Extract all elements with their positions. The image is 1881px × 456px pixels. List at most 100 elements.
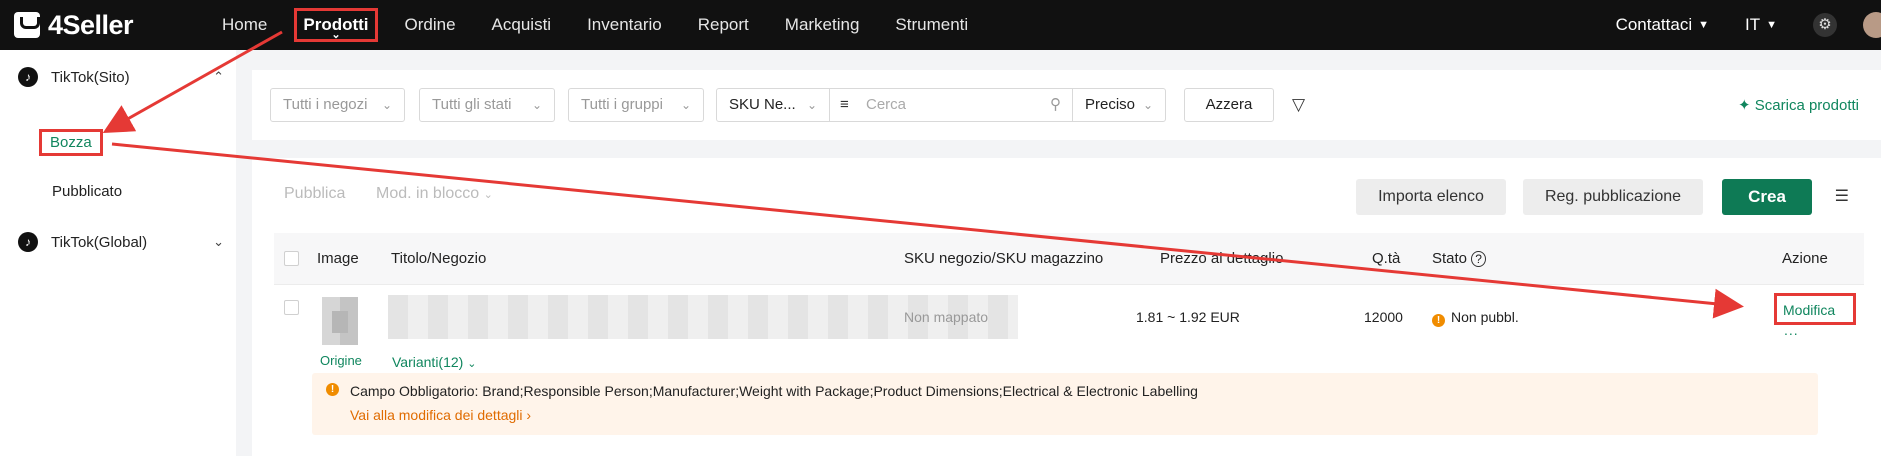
filter-bar: Tutti i negozi ⌄ Tutti gli stati ⌄ Tutti i… [252,70,1881,140]
sku-type-value: SKU Ne... [729,96,796,113]
import-list-button[interactable]: Importa elenco [1356,179,1506,215]
tiktok-icon: ♪ [18,232,38,252]
table-row: Origine Varianti(12) ⌄ Non mappato 1.81 … [274,285,1864,456]
match-select-value: Preciso [1085,96,1136,113]
tiktok-icon: ♪ [18,67,38,87]
status-badge: ! Non pubbl. [1432,309,1519,327]
nav-ordine[interactable]: Ordine [387,8,474,42]
shop-select-value: Tutti i negozi [283,96,368,113]
sidebar-group-tiktok-sito[interactable]: ♪ TikTok(Sito) ⌃ [18,67,224,87]
gear-icon[interactable]: ⚙ [1813,13,1837,37]
chevron-down-icon: ⌄ [1142,98,1153,112]
select-all-checkbox[interactable] [284,251,299,266]
bulk-edit-label: Mod. in blocco [376,185,480,202]
edit-details-label: Vai alla modifica dei dettagli [350,407,523,423]
sidebar-group-label: TikTok(Global) [51,233,148,251]
nav-prodotti[interactable]: Prodotti ⌄ [294,8,378,42]
status-label: Non pubbl. [1451,309,1519,325]
nav-home[interactable]: Home [204,8,285,42]
help-icon[interactable]: ? [1471,251,1486,267]
language-menu[interactable]: IT ▼ [1745,15,1777,35]
origin-link[interactable]: Origine [320,353,362,368]
column-settings-icon[interactable]: ☰ [1835,186,1849,206]
nav-acquisti[interactable]: Acquisti [474,8,570,42]
col-image: Image [317,250,359,267]
language-label: IT [1745,15,1761,34]
warning-icon: ! [326,383,339,396]
col-title: Titolo/Negozio [391,250,487,267]
nav-inventario[interactable]: Inventario [569,8,680,42]
col-qty: Q.tà [1372,250,1401,267]
edit-details-link[interactable]: Vai alla modifica dei dettagli › [350,407,531,423]
product-list-panel: Pubblica Mod. in blocco ⌄ Importa elenco… [252,158,1881,456]
chevron-right-icon: › [526,407,532,423]
state-select[interactable]: Tutti gli stati ⌄ [419,88,555,122]
sidebar-group-tiktok-global[interactable]: ♪ TikTok(Global) ⌄ [18,232,224,252]
scan-search-icon: ≡ [840,96,849,113]
group-select-value: Tutti i gruppi [581,96,663,113]
app-logo[interactable]: 4Seller [14,10,204,41]
app-name: 4Seller [48,9,134,40]
edit-button[interactable]: Modifica [1774,293,1856,325]
col-sku: SKU negozio/SKU magazzino [904,250,1104,267]
publish-log-button[interactable]: Reg. pubblicazione [1523,179,1703,215]
col-action: Azione [1782,250,1828,267]
filter-icon[interactable]: ▽ [1292,95,1305,115]
bag-logo-icon [14,12,40,38]
contact-menu[interactable]: Contattaci ▼ [1616,15,1709,35]
variants-toggle[interactable]: Varianti(12) ⌄ [392,354,476,370]
sidebar-group-label: TikTok(Sito) [51,68,130,86]
sparkle-icon: ✦ [1738,97,1751,114]
search-icon[interactable]: ⚲ [1050,89,1061,121]
product-thumbnail[interactable] [322,297,358,345]
sidebar-item-pubblicato[interactable]: Pubblicato [52,183,122,200]
chevron-up-icon: ⌃ [213,69,224,84]
chevron-down-icon: ⌄ [381,98,392,112]
bulk-edit-menu[interactable]: Mod. in blocco ⌄ [376,185,493,203]
nav-strumenti[interactable]: Strumenti [877,8,986,42]
sku-value: Non mappato [904,309,989,325]
main-nav: Home Prodotti ⌄ Ordine Acquisti Inventari… [204,0,986,50]
sku-type-select[interactable]: SKU Ne... ⌄ [716,88,830,122]
group-select[interactable]: Tutti i gruppi ⌄ [568,88,704,122]
chevron-down-icon: ⌄ [531,98,542,112]
download-label: Scarica prodotti [1754,97,1859,114]
search-input[interactable]: ≡ Cerca ⚲ [828,88,1073,122]
alert-text: Campo Obbligatorio: Brand;Responsible Pe… [350,383,1198,399]
more-actions-icon[interactable]: ... [1784,322,1799,338]
state-select-value: Tutti gli stati [432,96,512,113]
shop-select[interactable]: Tutti i negozi ⌄ [270,88,405,122]
table-header: Image Titolo/Negozio SKU negozio/SKU mag… [274,233,1864,285]
nav-report[interactable]: Report [680,8,767,42]
nav-marketing[interactable]: Marketing [767,8,878,42]
chevron-down-icon: ⌄ [213,234,224,249]
chevron-down-icon: ⌄ [483,189,493,201]
qty-value: 12000 [1364,309,1403,325]
col-status: Stato ? [1432,233,1486,285]
download-products-link[interactable]: ✦ Scarica prodotti [1738,96,1859,114]
top-navbar: 4Seller Home Prodotti ⌄ Ordine Acquisti I… [0,0,1881,50]
col-price: Prezzo al dettaglio [1160,250,1284,267]
sidebar-item-bozza[interactable]: Bozza [39,129,103,156]
chevron-down-icon: ⌄ [467,358,477,370]
chevron-down-icon: ▼ [1698,19,1709,31]
search-placeholder: Cerca [866,96,907,113]
contact-label: Contattaci [1615,15,1693,34]
publish-button[interactable]: Pubblica [284,185,345,203]
reset-button[interactable]: Azzera [1184,88,1274,122]
variants-label: Varianti(12) [392,354,464,370]
match-select[interactable]: Preciso ⌄ [1072,88,1166,122]
top-right-controls: Contattaci ▼ IT ▼ ⚙ [1616,0,1881,50]
chevron-down-icon: ⌄ [680,98,691,112]
create-button[interactable]: Crea [1722,179,1812,215]
required-fields-alert: ! Campo Obbligatorio: Brand;Responsible … [312,373,1818,435]
chevron-down-icon: ⌄ [806,98,817,112]
row-checkbox[interactable] [284,300,299,315]
avatar[interactable] [1863,12,1881,38]
sidebar: ♪ TikTok(Sito) ⌃ Bozza Pubblicato ♪ TikT… [0,50,236,456]
col-status-label: Stato [1432,250,1468,267]
chevron-down-icon: ⌄ [331,29,341,41]
chevron-down-icon: ▼ [1766,19,1777,31]
price-value: 1.81 ~ 1.92 EUR [1136,309,1240,325]
warning-icon: ! [1432,314,1445,327]
